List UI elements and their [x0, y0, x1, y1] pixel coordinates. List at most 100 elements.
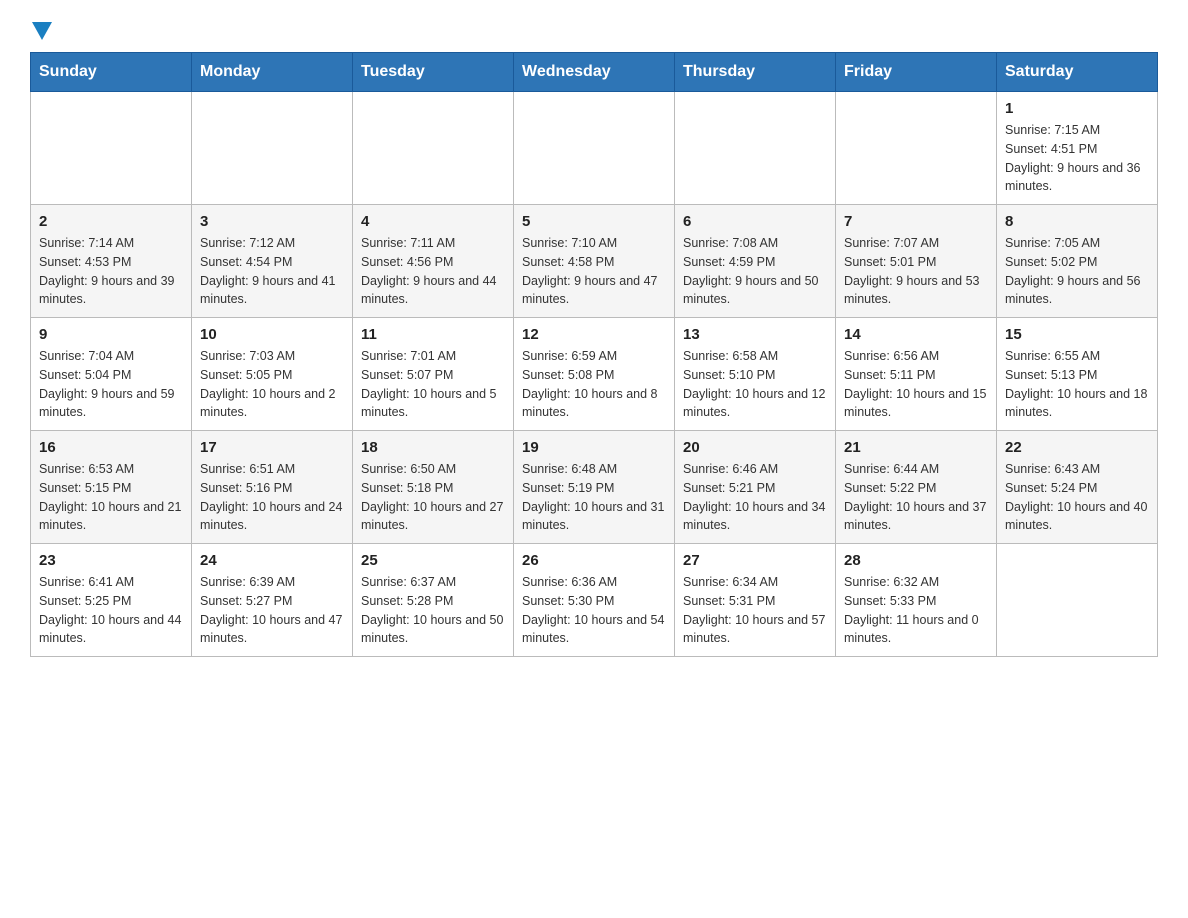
day-number: 25 — [361, 552, 505, 569]
calendar-week-row: 16 Sunrise: 6:53 AMSunset: 5:15 PMDayligh… — [31, 431, 1158, 544]
calendar-cell: 27 Sunrise: 6:34 AMSunset: 5:31 PMDayligh… — [675, 544, 836, 657]
day-number: 13 — [683, 326, 827, 343]
day-info: Sunrise: 6:50 AMSunset: 5:18 PMDaylight:… — [361, 460, 505, 535]
day-info: Sunrise: 7:01 AMSunset: 5:07 PMDaylight:… — [361, 347, 505, 422]
day-info: Sunrise: 7:03 AMSunset: 5:05 PMDaylight:… — [200, 347, 344, 422]
calendar-table: SundayMondayTuesdayWednesdayThursdayFrid… — [30, 52, 1158, 657]
calendar-cell: 17 Sunrise: 6:51 AMSunset: 5:16 PMDayligh… — [192, 431, 353, 544]
calendar-cell: 7 Sunrise: 7:07 AMSunset: 5:01 PMDaylight… — [836, 205, 997, 318]
calendar-cell: 4 Sunrise: 7:11 AMSunset: 4:56 PMDaylight… — [353, 205, 514, 318]
day-info: Sunrise: 6:46 AMSunset: 5:21 PMDaylight:… — [683, 460, 827, 535]
logo-text — [30, 20, 52, 40]
day-number: 22 — [1005, 439, 1149, 456]
day-info: Sunrise: 7:12 AMSunset: 4:54 PMDaylight:… — [200, 234, 344, 309]
day-of-week-header: Thursday — [675, 53, 836, 92]
day-number: 24 — [200, 552, 344, 569]
day-of-week-header: Tuesday — [353, 53, 514, 92]
calendar-cell: 23 Sunrise: 6:41 AMSunset: 5:25 PMDayligh… — [31, 544, 192, 657]
day-info: Sunrise: 6:58 AMSunset: 5:10 PMDaylight:… — [683, 347, 827, 422]
calendar-cell: 24 Sunrise: 6:39 AMSunset: 5:27 PMDayligh… — [192, 544, 353, 657]
day-info: Sunrise: 6:55 AMSunset: 5:13 PMDaylight:… — [1005, 347, 1149, 422]
day-number: 9 — [39, 326, 183, 343]
calendar-cell — [31, 92, 192, 205]
calendar-cell: 3Sunrise: 7:12 AMSunset: 4:54 PMDaylight… — [192, 205, 353, 318]
calendar-cell: 25 Sunrise: 6:37 AMSunset: 5:28 PMDayligh… — [353, 544, 514, 657]
day-of-week-header: Wednesday — [514, 53, 675, 92]
day-info: Sunrise: 6:41 AMSunset: 5:25 PMDaylight:… — [39, 573, 183, 648]
calendar-cell: 12 Sunrise: 6:59 AMSunset: 5:08 PMDayligh… — [514, 318, 675, 431]
day-number: 27 — [683, 552, 827, 569]
calendar-cell: 11 Sunrise: 7:01 AMSunset: 5:07 PMDayligh… — [353, 318, 514, 431]
day-number: 19 — [522, 439, 666, 456]
day-info: Sunrise: 7:07 AMSunset: 5:01 PMDaylight:… — [844, 234, 988, 309]
day-number: 20 — [683, 439, 827, 456]
day-number: 14 — [844, 326, 988, 343]
day-info: Sunrise: 6:43 AMSunset: 5:24 PMDaylight:… — [1005, 460, 1149, 535]
calendar-cell: 14 Sunrise: 6:56 AMSunset: 5:11 PMDayligh… — [836, 318, 997, 431]
day-info: Sunrise: 6:53 AMSunset: 5:15 PMDaylight:… — [39, 460, 183, 535]
calendar-cell: 20 Sunrise: 6:46 AMSunset: 5:21 PMDayligh… — [675, 431, 836, 544]
day-info: Sunrise: 6:39 AMSunset: 5:27 PMDaylight:… — [200, 573, 344, 648]
calendar-cell: 5 Sunrise: 7:10 AMSunset: 4:58 PMDaylight… — [514, 205, 675, 318]
day-info: Sunrise: 6:51 AMSunset: 5:16 PMDaylight:… — [200, 460, 344, 535]
calendar-cell: 28Sunrise: 6:32 AMSunset: 5:33 PMDayligh… — [836, 544, 997, 657]
day-number: 4 — [361, 213, 505, 230]
calendar-cell: 6 Sunrise: 7:08 AMSunset: 4:59 PMDaylight… — [675, 205, 836, 318]
calendar-cell — [836, 92, 997, 205]
calendar-week-row: 9Sunrise: 7:04 AMSunset: 5:04 PMDaylight… — [31, 318, 1158, 431]
day-number: 1 — [1005, 100, 1149, 117]
calendar-cell — [997, 544, 1158, 657]
day-info: Sunrise: 6:59 AMSunset: 5:08 PMDaylight:… — [522, 347, 666, 422]
day-info: Sunrise: 6:37 AMSunset: 5:28 PMDaylight:… — [361, 573, 505, 648]
calendar-cell: 10 Sunrise: 7:03 AMSunset: 5:05 PMDayligh… — [192, 318, 353, 431]
day-of-week-header: Monday — [192, 53, 353, 92]
calendar-cell: 8 Sunrise: 7:05 AMSunset: 5:02 PMDaylight… — [997, 205, 1158, 318]
logo — [30, 20, 52, 36]
day-number: 12 — [522, 326, 666, 343]
day-info: Sunrise: 6:56 AMSunset: 5:11 PMDaylight:… — [844, 347, 988, 422]
day-number: 26 — [522, 552, 666, 569]
day-info: Sunrise: 7:14 AMSunset: 4:53 PMDaylight:… — [39, 234, 183, 309]
calendar-cell — [514, 92, 675, 205]
calendar-cell: 2 Sunrise: 7:14 AMSunset: 4:53 PMDaylight… — [31, 205, 192, 318]
calendar-cell: 19 Sunrise: 6:48 AMSunset: 5:19 PMDayligh… — [514, 431, 675, 544]
day-number: 23 — [39, 552, 183, 569]
day-info: Sunrise: 7:15 AMSunset: 4:51 PMDaylight:… — [1005, 121, 1149, 196]
day-number: 17 — [200, 439, 344, 456]
calendar-cell: 21 Sunrise: 6:44 AMSunset: 5:22 PMDayligh… — [836, 431, 997, 544]
day-info: Sunrise: 6:36 AMSunset: 5:30 PMDaylight:… — [522, 573, 666, 648]
day-info: Sunrise: 7:11 AMSunset: 4:56 PMDaylight:… — [361, 234, 505, 309]
calendar-cell: 1 Sunrise: 7:15 AMSunset: 4:51 PMDaylight… — [997, 92, 1158, 205]
day-of-week-header: Saturday — [997, 53, 1158, 92]
calendar-cell: 22 Sunrise: 6:43 AMSunset: 5:24 PMDayligh… — [997, 431, 1158, 544]
page-header — [30, 20, 1158, 36]
day-info: Sunrise: 7:10 AMSunset: 4:58 PMDaylight:… — [522, 234, 666, 309]
day-number: 7 — [844, 213, 988, 230]
day-info: Sunrise: 7:08 AMSunset: 4:59 PMDaylight:… — [683, 234, 827, 309]
day-info: Sunrise: 6:48 AMSunset: 5:19 PMDaylight:… — [522, 460, 666, 535]
day-info: Sunrise: 7:05 AMSunset: 5:02 PMDaylight:… — [1005, 234, 1149, 309]
day-number: 28 — [844, 552, 988, 569]
calendar-cell: 9Sunrise: 7:04 AMSunset: 5:04 PMDaylight… — [31, 318, 192, 431]
calendar-cell: 15 Sunrise: 6:55 AMSunset: 5:13 PMDayligh… — [997, 318, 1158, 431]
day-number: 10 — [200, 326, 344, 343]
day-number: 11 — [361, 326, 505, 343]
calendar-cell: 26 Sunrise: 6:36 AMSunset: 5:30 PMDayligh… — [514, 544, 675, 657]
calendar-cell — [675, 92, 836, 205]
day-number: 2 — [39, 213, 183, 230]
day-number: 16 — [39, 439, 183, 456]
day-number: 5 — [522, 213, 666, 230]
day-info: Sunrise: 6:44 AMSunset: 5:22 PMDaylight:… — [844, 460, 988, 535]
calendar-header-row: SundayMondayTuesdayWednesdayThursdayFrid… — [31, 53, 1158, 92]
day-of-week-header: Friday — [836, 53, 997, 92]
calendar-cell — [353, 92, 514, 205]
day-number: 18 — [361, 439, 505, 456]
day-number: 15 — [1005, 326, 1149, 343]
calendar-cell: 16 Sunrise: 6:53 AMSunset: 5:15 PMDayligh… — [31, 431, 192, 544]
logo-triangle-icon — [32, 22, 52, 40]
day-number: 8 — [1005, 213, 1149, 230]
day-number: 6 — [683, 213, 827, 230]
day-info: Sunrise: 6:34 AMSunset: 5:31 PMDaylight:… — [683, 573, 827, 648]
day-number: 21 — [844, 439, 988, 456]
calendar-week-row: 1 Sunrise: 7:15 AMSunset: 4:51 PMDaylight… — [31, 92, 1158, 205]
